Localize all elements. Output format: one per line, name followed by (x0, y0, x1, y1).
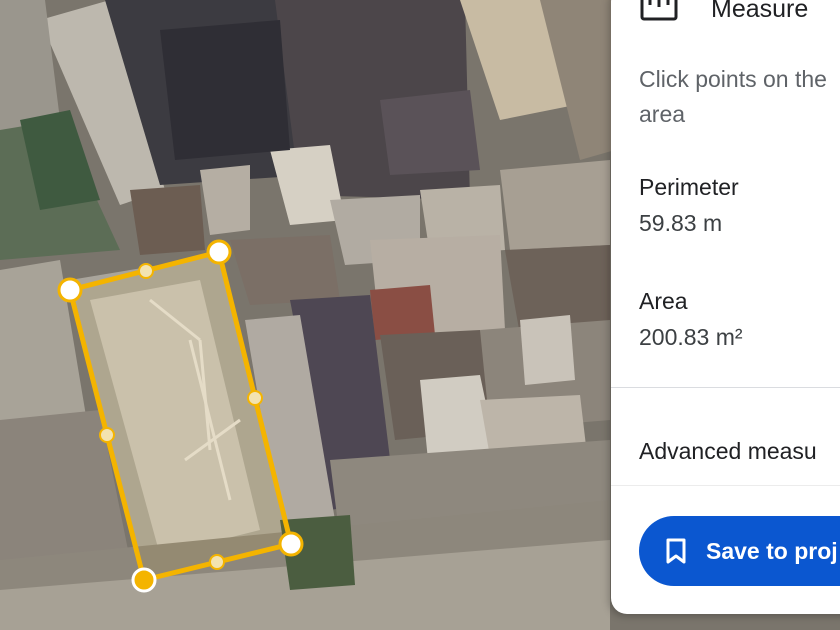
midpoint-handle (99, 427, 115, 443)
area-value: 200.83 m² (639, 324, 743, 350)
vertex-handle-last (131, 567, 157, 593)
midpoint-handle (209, 554, 225, 570)
save-to-project-button[interactable]: Save to proj (639, 516, 840, 586)
map-viewport: Measure Click points on the area Perimet… (0, 0, 840, 630)
panel-header: Measure (639, 0, 808, 32)
vertex-handle (206, 239, 232, 265)
midpoint-handle (247, 390, 263, 406)
footer-divider (611, 485, 840, 486)
instructions-line-2: area (639, 101, 686, 127)
advanced-measurements-button[interactable]: Advanced measu (639, 438, 817, 465)
panel-title: Measure (711, 0, 809, 23)
perimeter-label: Perimeter (639, 174, 739, 200)
vertex-handle (278, 531, 304, 557)
perimeter-value: 59.83 m (639, 210, 723, 236)
ruler-icon (639, 0, 679, 24)
area-label: Area (639, 288, 688, 314)
divider (611, 387, 840, 388)
vertex-handle (57, 277, 83, 303)
midpoint-handle (138, 263, 154, 279)
save-button-label: Save to proj (706, 537, 838, 564)
instructions-line-1: Click points on the (639, 66, 827, 92)
instructions-text: Click points on the area (639, 62, 840, 132)
bookmark-icon (665, 538, 687, 564)
measure-panel: Measure Click points on the area Perimet… (611, 0, 840, 614)
